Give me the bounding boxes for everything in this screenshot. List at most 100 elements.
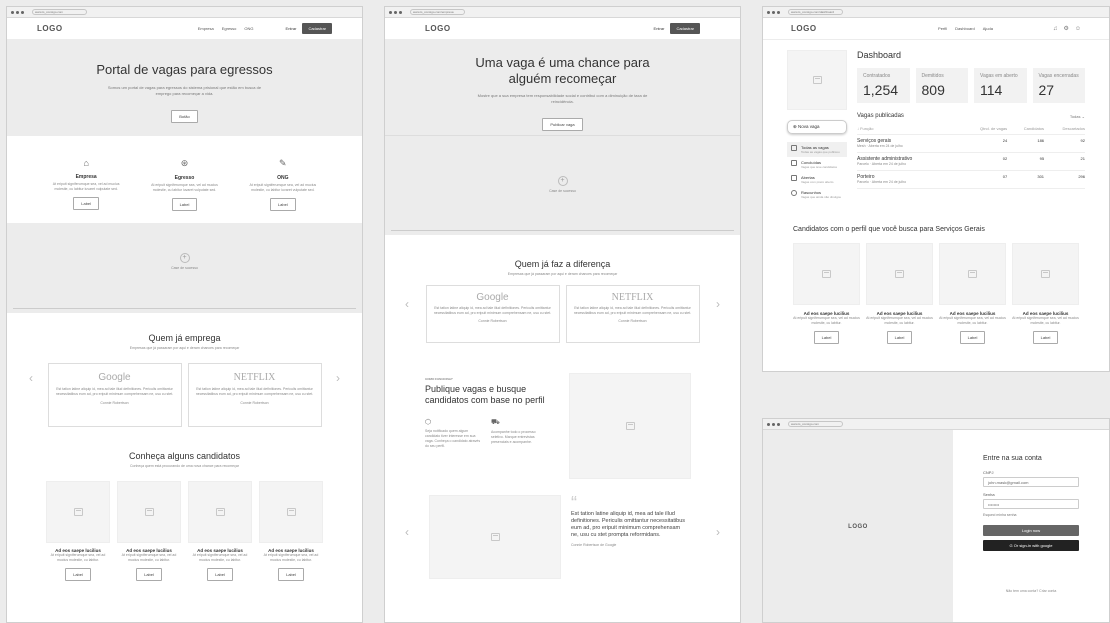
plus-icon: ⊕ [793,124,797,129]
window-dot-icon[interactable] [767,422,770,426]
chevron-left-icon[interactable]: ‹ [29,371,33,385]
sidebar-item-done[interactable]: Concluídas Vagas que teve candidatos [787,157,847,172]
window-dot-icon[interactable] [16,10,19,14]
feature-card: ⊛ Egresso At eripuit signiferumque sea, … [149,158,219,223]
window-dot-icon[interactable] [389,10,392,14]
candidate-button[interactable]: Label [813,331,840,344]
gear-icon[interactable]: ⚙ [1063,25,1068,32]
candidate-button[interactable]: Label [278,568,304,581]
window-dot-icon[interactable] [21,10,24,14]
window-dot-icon[interactable] [767,10,770,14]
col-disc[interactable]: Descartados [1044,123,1085,135]
sidebar-item-open[interactable]: Abertas Vagas com prazo aberto [787,172,847,187]
url-bar[interactable]: www.ts_consigo.com/empresa [410,9,465,15]
enter-link[interactable]: Entrar [286,26,297,31]
enter-link[interactable]: Entrar [654,26,665,31]
cnpj-input[interactable]: john.mask@gmail.com [983,477,1079,487]
row-sub: Parcelo · Aberta em 24 de julho [857,162,907,166]
candidate-button[interactable]: Label [65,568,91,581]
candidate-button[interactable]: Label [1032,331,1059,344]
col-role[interactable]: ↓ Função [857,123,958,135]
sidebar-item-drafts[interactable]: Rascunhos Vagas que ainda não divulgou [787,187,847,202]
hero: Uma vaga é uma chance para alguém recome… [385,40,740,135]
top-nav: LOGO Perfil Dashboard Ajuda ♫ ⚙ ☺ [763,18,1109,40]
jobs-header: Vagas publicadas Todas ⌄ [857,113,1085,119]
dashboard-main: Dashboard Contratados 1,254 Demitidos 809 … [857,50,1085,202]
row-sub: Mesh · Aberta em 24 de julho [857,144,903,148]
carousel-progress[interactable] [13,308,356,309]
diff-subtitle: Empresas que já passaram por aqui e dera… [507,272,618,276]
candidate-photo [939,243,1006,305]
chevron-right-icon[interactable]: › [716,525,720,539]
publish-job-button[interactable]: Publicar vaga [542,118,583,131]
candidate-photo [117,481,181,543]
feature-button[interactable]: Label [171,198,198,211]
register-button[interactable]: Cadastrar [302,23,332,34]
password-input[interactable]: •••••••• [983,499,1079,509]
table-row[interactable]: Serviços gerais Mesh · Aberta em 24 de ju… [857,134,1085,153]
nav-link-dashboard[interactable]: Dashboard [955,26,975,31]
testimonial-card: NETFLIX Est tation latine aliquip id, me… [565,285,700,343]
nav-link-ong[interactable]: ONG [244,26,253,31]
window-dot-icon[interactable] [777,10,780,14]
hero-button[interactable]: Botão [171,110,198,123]
logo[interactable]: LOGO [791,24,817,33]
window-login: www.ts_consigo.com LOGO Entre na sua con… [762,418,1110,623]
window-dot-icon[interactable] [394,10,397,14]
forgot-password-link[interactable]: Esqueci minha senha [983,513,1079,517]
sidebar-sub: Vagas que ainda não divulgou [801,195,842,199]
url-bar[interactable]: www.ts_consigo.com/dashboard [788,9,843,15]
feature-text: At eripuit signiferumque sea, vel ad muc… [249,183,317,192]
image-icon [895,270,904,278]
user-icon[interactable]: ☺ [1075,26,1081,32]
chevron-left-icon[interactable]: ‹ [405,525,409,539]
nav-link-ajuda[interactable]: Ajuda [983,26,993,31]
candidate-button[interactable]: Label [207,568,233,581]
tools-icon: ✎ [279,158,287,168]
nav-links: Perfil Dashboard Ajuda [938,26,993,31]
feature-button[interactable]: Label [73,197,100,210]
candidate-button[interactable]: Label [886,331,913,344]
signup-link[interactable]: Não tem uma conta? Criar conta [983,589,1079,593]
chevron-right-icon[interactable]: › [336,371,340,385]
window-dot-icon[interactable] [772,10,775,14]
nav-link-perfil[interactable]: Perfil [938,26,947,31]
jobs-title: Vagas publicadas [857,113,904,119]
image-icon [812,76,822,84]
carousel-progress[interactable] [391,230,734,231]
quote-text: Est tation latine aliquip id, mea ad tal… [571,511,686,538]
window-dot-icon[interactable] [777,422,780,426]
window-dot-icon[interactable] [399,10,402,14]
candidate-button[interactable]: Label [959,331,986,344]
sidebar-item-all[interactable]: Todas as vagas Todas as vagas que publico… [787,142,847,157]
chevron-right-icon[interactable]: › [716,297,720,311]
col-cand[interactable]: Candidatos [1007,123,1045,135]
candidates-title: Conheça alguns candidatos [128,451,241,461]
col-qty[interactable]: Qtnd. de vagas [957,123,1008,135]
play-icon[interactable]: + [557,176,568,186]
window-dot-icon[interactable] [772,422,775,426]
nav-link-empresa[interactable]: Empresa [198,26,214,31]
url-bar[interactable]: www.ts_consigo.com [32,9,87,15]
candidates-subtitle: Conheça quem está procurando de uma nova… [130,464,239,468]
logo[interactable]: LOGO [37,24,63,33]
play-icon[interactable]: + [179,253,190,263]
logo[interactable]: LOGO [425,24,451,33]
google-login-button[interactable]: G Or sign-in with google [983,540,1079,551]
table-row[interactable]: Assistente administrativo Parcelo · Abert… [857,152,1085,171]
login-button[interactable]: Login now [983,525,1079,536]
new-job-button[interactable]: ⊕ Nova vaga [787,120,847,134]
feature-button[interactable]: Label [269,198,296,211]
url-bar[interactable]: www.ts_consigo.com [788,421,843,427]
candidate-button[interactable]: Label [136,568,162,581]
nav-link-egresso[interactable]: Egresso [222,26,237,31]
row-sub: Parcelo · Aberta em 24 de julho [857,180,907,184]
testimonial-author: Connie Robertson [618,319,647,323]
register-button[interactable]: Cadastrar [670,23,700,34]
window-dot-icon[interactable] [11,10,14,14]
candidate-photo [46,481,110,543]
jobs-filter[interactable]: Todas ⌄ [1070,114,1085,119]
bell-icon[interactable]: ♫ [1053,26,1058,32]
table-row[interactable]: Porteiro Parcelo · Aberta em 24 de julho … [857,170,1085,189]
chevron-left-icon[interactable]: ‹ [405,297,409,311]
